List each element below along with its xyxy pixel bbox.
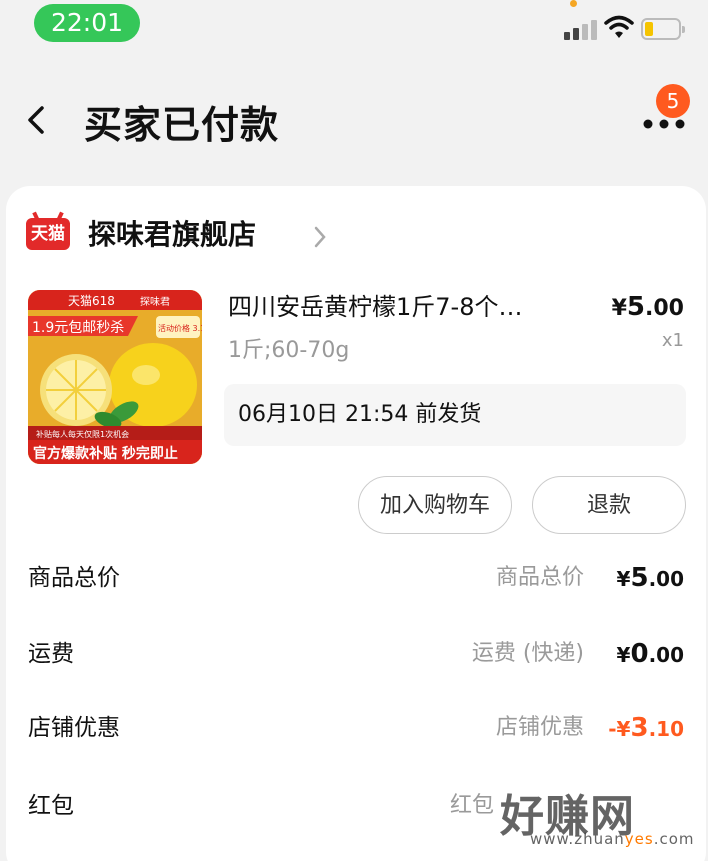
nav-bar: 买家已付款 5 — [0, 80, 708, 160]
watermark: 好赚网 www.zhuanyes.com — [488, 780, 698, 852]
product-image[interactable]: 天猫618 探味君 1.9元包邮秒杀 活动价格 3.1元 补贴每人每天仅限1次机… — [28, 290, 202, 464]
fee-sub-label: 店铺优惠 — [495, 715, 584, 740]
notification-badge: 5 — [656, 84, 690, 118]
product-spec: 1斤;60-70g — [228, 338, 350, 363]
watermark-url: www.zhuanyes.com — [530, 830, 695, 848]
shipping-deadline: 06月10日 21:54 前发货 — [224, 384, 686, 446]
store-row[interactable]: 天猫 探味君旗舰店 — [26, 216, 626, 256]
signal-icon — [564, 20, 597, 40]
fee-sub-label: 商品总价 — [495, 565, 584, 590]
back-icon[interactable] — [22, 100, 52, 140]
status-bar: 22:01 — [0, 0, 708, 52]
tmall-logo-icon: 天猫 — [26, 218, 70, 250]
fee-label: 店铺优惠 — [28, 715, 120, 741]
fee-row-shipping: 运费 运费 (快递) ¥0.00 — [28, 634, 684, 674]
lemon-product-illustration: 天猫618 探味君 1.9元包邮秒杀 活动价格 3.1元 补贴每人每天仅限1次机… — [28, 290, 202, 464]
product-quantity: x1 — [661, 330, 684, 351]
fee-value: ¥0.00 — [616, 639, 684, 669]
fee-label: 运费 — [28, 641, 74, 667]
chevron-right-icon — [314, 226, 326, 248]
svg-text:官方爆款补贴 秒完即止: 官方爆款补贴 秒完即止 — [33, 445, 178, 462]
status-time: 22:01 — [34, 4, 140, 42]
fee-row-store-discount: 店铺优惠 店铺优惠 -¥3.10 — [28, 708, 684, 748]
product-price: ¥5.00 — [611, 292, 684, 322]
wifi-icon — [604, 15, 634, 38]
svg-text:天猫618: 天猫618 — [68, 294, 115, 308]
product-title[interactable]: 四川安岳黄柠檬1斤7-8个… — [228, 290, 588, 324]
page-title: 买家已付款 — [84, 103, 280, 147]
recording-dot-icon — [570, 0, 577, 7]
store-name: 探味君旗舰店 — [88, 218, 257, 251]
fee-label: 红包 — [28, 793, 74, 819]
add-to-cart-button[interactable]: 加入购物车 — [358, 476, 512, 534]
fee-value: -¥3.10 — [608, 713, 684, 743]
svg-text:活动价格 3.1元: 活动价格 3.1元 — [158, 323, 202, 333]
fee-sub-label: 运费 (快递) — [471, 641, 584, 666]
svg-text:补贴每人每天仅限1次机会: 补贴每人每天仅限1次机会 — [36, 429, 129, 439]
fee-value: ¥5.00 — [616, 563, 684, 593]
refund-button[interactable]: 退款 — [532, 476, 686, 534]
svg-text:1.9元包邮秒杀: 1.9元包邮秒杀 — [32, 320, 124, 336]
battery-icon — [641, 18, 685, 40]
fee-row-subtotal: 商品总价 商品总价 ¥5.00 — [28, 558, 684, 598]
fee-label: 商品总价 — [28, 565, 120, 591]
order-card: 天猫 探味君旗舰店 天猫618 探味君 1.9元包邮秒杀 活动价格 3.1元 — [6, 186, 706, 861]
svg-text:探味君: 探味君 — [140, 295, 170, 308]
